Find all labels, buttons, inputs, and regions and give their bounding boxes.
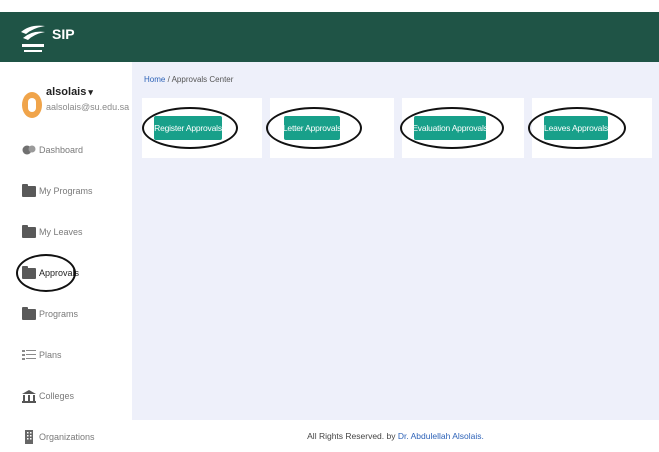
folder-icon	[22, 183, 36, 197]
breadcrumb-separator: /	[167, 75, 170, 84]
user-profile[interactable]: alsolais ▾ aalsolais@su.edu.sa	[22, 84, 130, 124]
building-icon	[22, 389, 36, 403]
sidebar-item-label: Plans	[39, 350, 62, 360]
highlight-circle	[528, 107, 626, 149]
sidebar-item-programs[interactable]: Programs	[22, 304, 130, 324]
sidebar-item-plans[interactable]: Plans	[22, 345, 130, 365]
breadcrumb-home-link[interactable]: Home	[144, 75, 165, 84]
university-logo-icon	[21, 25, 45, 52]
sidebar-item-dashboard[interactable]: Dashboard	[22, 140, 130, 160]
sidebar-item-label: Colleges	[39, 391, 75, 401]
user-name[interactable]: alsolais ▾	[46, 86, 93, 98]
sidebar-item-my-leaves[interactable]: My Leaves	[22, 222, 130, 242]
top-bar: SIP	[0, 0, 659, 62]
main-content: Home / Approvals Center Register Approva…	[132, 62, 659, 420]
sidebar: alsolais ▾ aalsolais@su.edu.sa Dashboard …	[0, 62, 132, 452]
chevron-down-icon[interactable]: ▾	[88, 87, 93, 97]
breadcrumb-current: Approvals Center	[171, 75, 234, 84]
sidebar-item-label: Programs	[39, 309, 79, 319]
avatar	[22, 92, 42, 118]
footer-author-link[interactable]: Dr. Abdulellah Alsolais.	[398, 431, 484, 441]
highlight-circle	[142, 107, 238, 149]
folder-icon	[22, 224, 36, 238]
sidebar-item-organizations[interactable]: Organizations	[22, 427, 130, 447]
list-icon	[22, 350, 36, 360]
sidebar-item-label: Organizations	[39, 432, 95, 442]
footer: All Rights Reserved. by Dr. Abdulellah A…	[132, 420, 659, 452]
highlight-circle	[266, 107, 362, 149]
organization-icon	[25, 430, 33, 444]
sidebar-item-label: Dashboard	[39, 145, 84, 155]
sidebar-item-my-programs[interactable]: My Programs	[22, 181, 130, 201]
folder-icon	[22, 306, 36, 320]
sidebar-item-label: My Programs	[39, 186, 93, 196]
footer-text: All Rights Reserved. by	[307, 431, 396, 441]
breadcrumb: Home / Approvals Center	[144, 75, 233, 84]
app-logo[interactable]: SIP	[18, 18, 75, 58]
highlight-circle	[16, 254, 76, 292]
user-name-text: alsolais	[46, 86, 87, 98]
highlight-circle	[400, 107, 504, 149]
user-email: aalsolais@su.edu.sa	[46, 102, 130, 112]
app-name: SIP	[52, 26, 75, 42]
dashboard-icon	[22, 145, 36, 155]
sidebar-item-colleges[interactable]: Colleges	[22, 386, 130, 406]
sidebar-item-label: My Leaves	[39, 227, 83, 237]
